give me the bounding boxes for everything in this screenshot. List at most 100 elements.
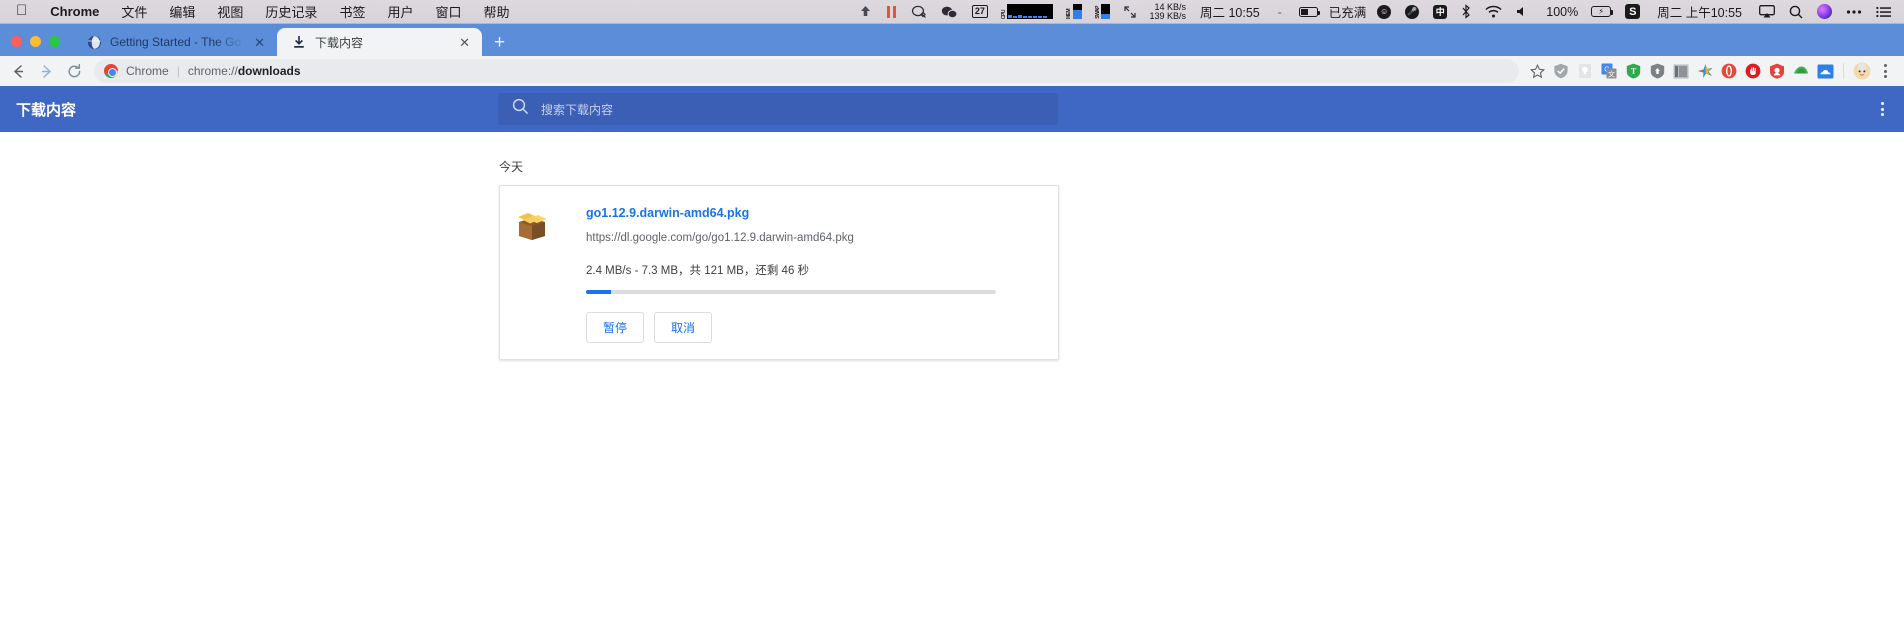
window-controls bbox=[0, 36, 72, 56]
menu-item-profiles[interactable]: 用户 bbox=[376, 2, 424, 21]
address-bar[interactable]: Chrome | chrome://downloads bbox=[94, 59, 1519, 83]
menubar-clock-right[interactable]: 周二 上午10:55 bbox=[1647, 2, 1752, 21]
evernote-icon[interactable] bbox=[1789, 58, 1813, 84]
tab-title: Getting Started - The Go Progr bbox=[110, 35, 244, 49]
pause-button[interactable]: 暂停 bbox=[586, 312, 645, 343]
downloads-section-label: 今天 bbox=[499, 160, 524, 174]
volume-percent-label: 100% bbox=[1546, 4, 1579, 19]
menu-item-window[interactable]: 窗口 bbox=[424, 2, 472, 21]
file-icon-column bbox=[500, 186, 564, 359]
search-placeholder: 搜索下载内容 bbox=[541, 102, 614, 117]
input-method-icon[interactable]: 中 bbox=[1426, 0, 1454, 24]
downloads-page: 下载内容 搜索下载内容 今天 go1.12.9.darwin-amd64.pkg… bbox=[0, 86, 1904, 622]
chrome-menu-icon[interactable] bbox=[1874, 58, 1896, 84]
apple-logo-icon[interactable]:  bbox=[6, 3, 39, 20]
window-maximize-button[interactable] bbox=[49, 36, 60, 47]
network-speed-indicator[interactable]: 14 KB/s 139 KB/s bbox=[1143, 2, 1192, 21]
browser-toolbar: Chrome | chrome://downloads G文 T bbox=[0, 56, 1904, 86]
close-icon[interactable]: ✕ bbox=[252, 36, 267, 49]
forward-arrow-icon[interactable] bbox=[32, 58, 60, 84]
menu-app-name[interactable]: Chrome bbox=[39, 4, 110, 19]
more-vertical-icon[interactable] bbox=[1877, 102, 1888, 116]
pause-bars-icon[interactable] bbox=[879, 0, 904, 24]
battery-icon[interactable] bbox=[1292, 0, 1325, 24]
privacy-badger-icon[interactable] bbox=[1645, 58, 1669, 84]
download-filename-link[interactable]: go1.12.9.darwin-amd64.pkg bbox=[586, 206, 1042, 220]
omnibox-url-host: chrome:// bbox=[187, 64, 238, 78]
download-item-card[interactable]: go1.12.9.darwin-amd64.pkg https://dl.goo… bbox=[499, 185, 1059, 360]
close-icon[interactable]: ✕ bbox=[457, 36, 472, 49]
sogou-icon[interactable]: S bbox=[1618, 0, 1647, 24]
menu-item-file[interactable]: 文件 bbox=[110, 2, 158, 21]
svg-text:T: T bbox=[1630, 67, 1636, 76]
swap-monitor-icon[interactable]: SWAP bbox=[1089, 0, 1118, 24]
swap-monitor-label: SWAP bbox=[1094, 6, 1101, 19]
download-progress-fill bbox=[586, 290, 611, 294]
menu-item-history[interactable]: 历史记录 bbox=[254, 2, 328, 21]
menu-item-bookmarks[interactable]: 书签 bbox=[328, 2, 376, 21]
new-tab-button[interactable]: + bbox=[482, 33, 515, 56]
toolbar-divider bbox=[1843, 63, 1844, 79]
spotlight-search-icon[interactable] bbox=[1782, 0, 1810, 24]
notification-center-icon[interactable] bbox=[1869, 0, 1898, 24]
adguard-icon[interactable] bbox=[1741, 58, 1765, 84]
colorful-star-icon[interactable] bbox=[1693, 58, 1717, 84]
keep-lightbulb-icon[interactable] bbox=[1573, 58, 1597, 84]
tab-title: 下载内容 bbox=[315, 35, 364, 50]
siri-icon[interactable] bbox=[1810, 0, 1839, 24]
window-minimize-button[interactable] bbox=[30, 36, 41, 47]
microphone-icon[interactable]: 🎤 bbox=[1398, 0, 1426, 24]
avatar[interactable] bbox=[1850, 58, 1874, 84]
menu-item-view[interactable]: 视图 bbox=[206, 2, 254, 21]
download-progress-bar bbox=[586, 290, 996, 294]
calendar-icon[interactable]: 27 bbox=[965, 0, 995, 24]
page-title: 下载内容 bbox=[16, 101, 77, 119]
download-status-text: 2.4 MB/s - 7.3 MB，共 121 MB，还剩 46 秒 bbox=[586, 265, 810, 277]
battery-charging-icon[interactable]: ⚡ bbox=[1584, 0, 1618, 24]
cancel-button[interactable]: 取消 bbox=[654, 312, 713, 343]
cpu-monitor-label: CPU bbox=[1000, 9, 1007, 19]
menu-item-edit[interactable]: 编辑 bbox=[158, 2, 206, 21]
tampermonkey-icon[interactable]: T bbox=[1621, 58, 1645, 84]
cpu-monitor-icon[interactable]: CPU bbox=[995, 0, 1061, 24]
control-center-icon[interactable] bbox=[1839, 0, 1869, 24]
bookmark-star-icon[interactable] bbox=[1525, 58, 1549, 84]
chat-bubble-icon[interactable] bbox=[904, 0, 934, 24]
emoji-icon[interactable]: ☺ bbox=[1370, 0, 1398, 24]
browser-tab-go-getting-started[interactable]: Getting Started - The Go Progr ✕ bbox=[72, 28, 277, 56]
momentum-icon[interactable] bbox=[1765, 58, 1789, 84]
calendar-day: 27 bbox=[971, 5, 988, 18]
airplay-icon[interactable] bbox=[1752, 0, 1782, 24]
wifi-icon[interactable] bbox=[1478, 0, 1509, 24]
svg-text:文: 文 bbox=[1608, 70, 1615, 79]
menubar-dash-separator: - bbox=[1277, 4, 1282, 19]
memory-monitor-icon[interactable]: MEM bbox=[1060, 0, 1089, 24]
bluetooth-icon[interactable] bbox=[1454, 0, 1478, 24]
reload-icon[interactable] bbox=[60, 58, 88, 84]
search-input[interactable]: 搜索下载内容 bbox=[498, 93, 1058, 125]
opera-vpn-icon[interactable] bbox=[1717, 58, 1741, 84]
expand-arrows-icon[interactable] bbox=[1117, 0, 1143, 24]
volume-icon[interactable] bbox=[1509, 0, 1536, 24]
omnibox-separator: | bbox=[176, 64, 180, 78]
google-translate-icon[interactable]: G文 bbox=[1597, 58, 1621, 84]
menu-item-help[interactable]: 帮助 bbox=[472, 2, 520, 21]
back-arrow-icon[interactable] bbox=[4, 58, 32, 84]
search-icon bbox=[512, 98, 529, 120]
battery-status-label: 已充满 bbox=[1328, 6, 1367, 20]
reader-mode-icon[interactable] bbox=[1669, 58, 1693, 84]
upload-arrow-icon[interactable] bbox=[852, 0, 879, 24]
browser-tab-downloads[interactable]: 下载内容 ✕ bbox=[277, 28, 482, 56]
download-item-info: go1.12.9.darwin-amd64.pkg https://dl.goo… bbox=[564, 186, 1058, 359]
wechat-icon[interactable] bbox=[934, 0, 965, 24]
window-close-button[interactable] bbox=[11, 36, 22, 47]
menubar-clock-left[interactable]: 周二 10:55 bbox=[1192, 2, 1268, 21]
adblock-shield-icon[interactable] bbox=[1549, 58, 1573, 84]
network-upload-speed: 139 KB/s bbox=[1149, 10, 1186, 21]
omnibox-url-path: downloads bbox=[237, 64, 301, 78]
downloads-body: 今天 go1.12.9.darwin-amd64.pkg https://dl.… bbox=[0, 158, 1904, 360]
onedrive-icon[interactable] bbox=[1813, 58, 1837, 84]
macos-menu-bar:  Chrome 文件 编辑 视图 历史记录 书签 用户 窗口 帮助 27 CP… bbox=[0, 0, 1904, 24]
downloads-header: 下载内容 搜索下载内容 bbox=[0, 86, 1904, 132]
download-source-url: https://dl.google.com/go/go1.12.9.darwin… bbox=[586, 232, 854, 244]
